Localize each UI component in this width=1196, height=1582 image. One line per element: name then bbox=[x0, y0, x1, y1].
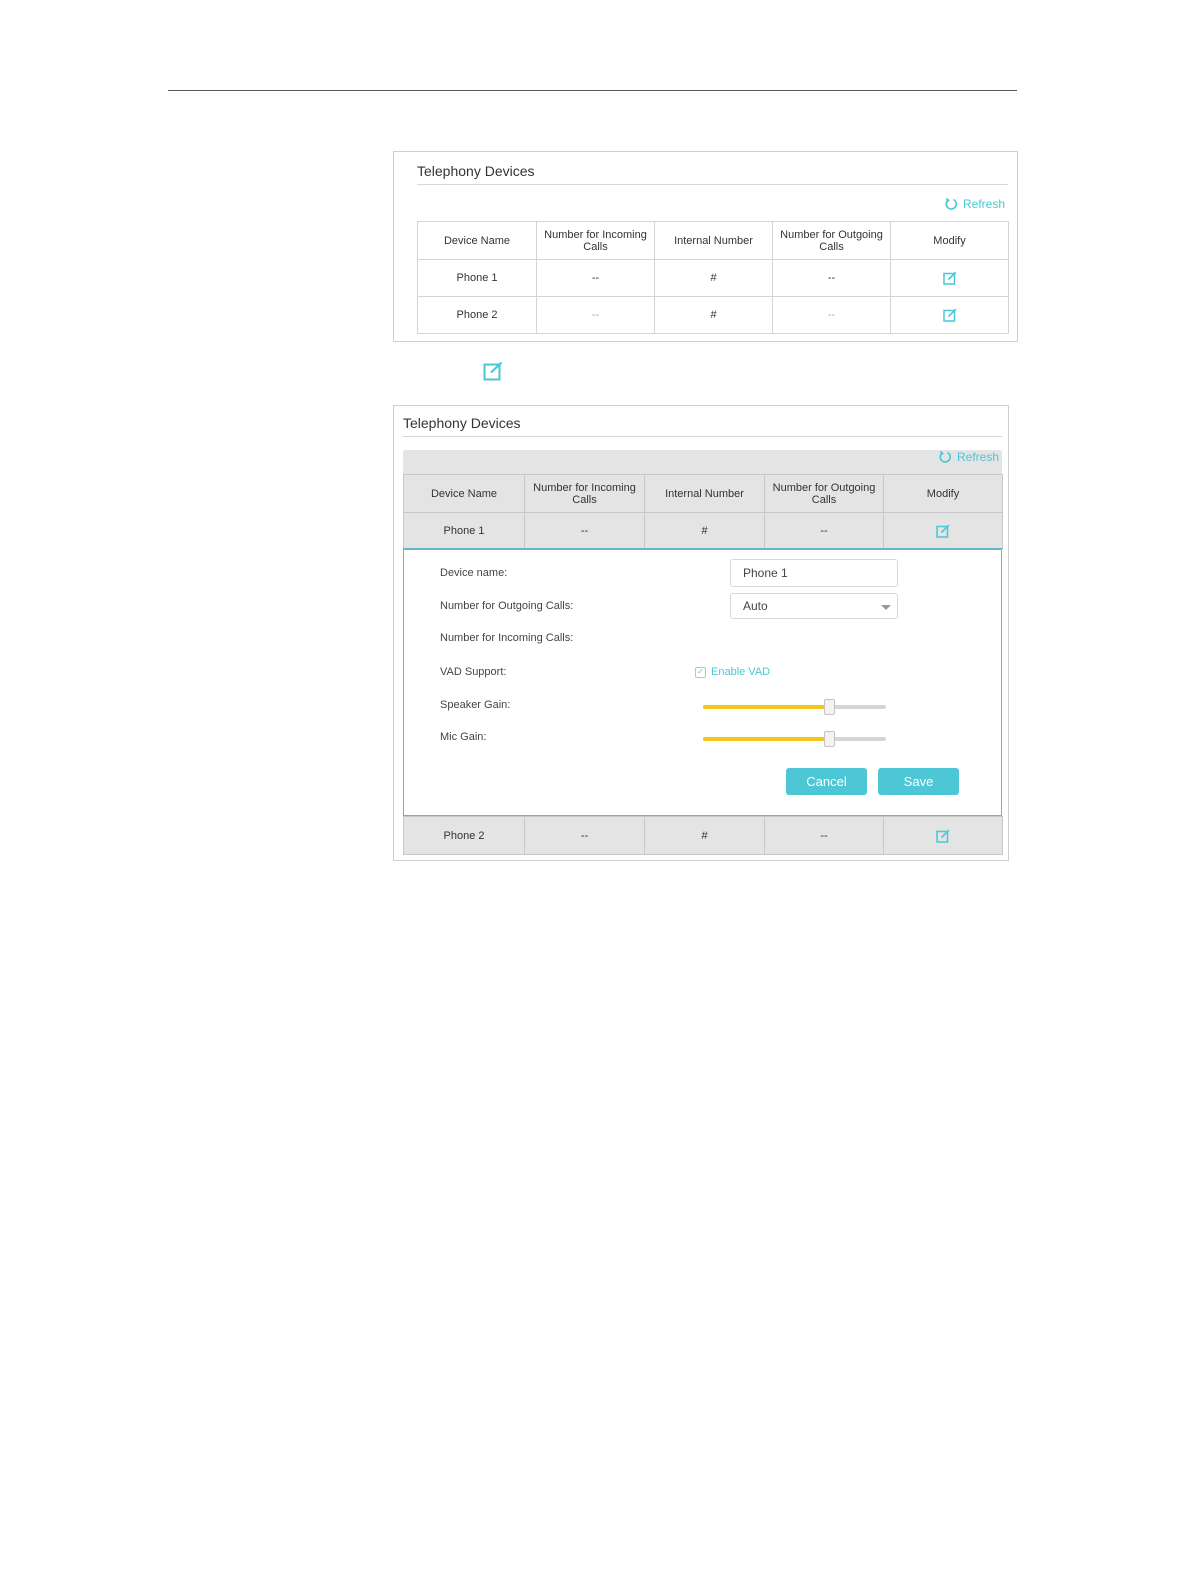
refresh-icon bbox=[939, 450, 952, 463]
outgoing-cell: -- bbox=[772, 296, 891, 334]
enable-vad-checkbox[interactable]: ✓ Enable VAD bbox=[695, 666, 770, 678]
modify-cell bbox=[883, 512, 1003, 549]
col-modify: Modify bbox=[890, 221, 1009, 260]
table-header-row: Device Name Number for Incoming Calls In… bbox=[403, 474, 1003, 513]
devices-table-2-continued: Phone 2 -- # -- bbox=[403, 816, 1003, 855]
panel-title-rule bbox=[417, 184, 1008, 185]
internal-cell: # bbox=[654, 296, 773, 334]
device-name-label: Device name: bbox=[440, 567, 508, 579]
devices-table-2: Device Name Number for Incoming Calls In… bbox=[403, 474, 1003, 549]
device-name-input[interactable]: Phone 1 bbox=[730, 559, 898, 587]
panel-title-rule bbox=[403, 436, 1002, 437]
edit-icon bbox=[483, 361, 503, 381]
panel-title: Telephony Devices bbox=[417, 163, 535, 179]
vad-support-label: VAD Support: bbox=[440, 666, 507, 678]
incoming-cell: -- bbox=[536, 259, 655, 297]
col-incoming: Number for Incoming Calls bbox=[536, 221, 655, 260]
slider-thumb[interactable] bbox=[824, 731, 836, 747]
table-header-row: Device Name Number for Incoming Calls In… bbox=[417, 221, 1009, 260]
table-row: Phone 2 -- # -- bbox=[417, 296, 1009, 334]
col-device-name: Device Name bbox=[403, 474, 525, 513]
edit-icon[interactable] bbox=[936, 829, 950, 843]
edit-icon[interactable] bbox=[942, 308, 957, 322]
device-name-cell: Phone 1 bbox=[417, 259, 537, 297]
modify-cell bbox=[890, 259, 1009, 297]
modify-cell bbox=[883, 816, 1003, 855]
internal-cell: # bbox=[654, 259, 773, 297]
device-name-cell: Phone 2 bbox=[417, 296, 537, 334]
device-name-cell: Phone 1 bbox=[403, 512, 525, 549]
outgoing-calls-value: Auto bbox=[743, 599, 768, 613]
modify-cell bbox=[890, 296, 1009, 334]
col-outgoing: Number for Outgoing Calls bbox=[764, 474, 884, 513]
refresh-label: Refresh bbox=[957, 450, 1000, 464]
devices-table-1: Device Name Number for Incoming Calls In… bbox=[417, 221, 1009, 334]
cancel-button[interactable]: Cancel bbox=[786, 768, 867, 795]
slider-thumb[interactable] bbox=[824, 699, 836, 715]
checkbox-check-icon: ✓ bbox=[695, 666, 706, 678]
refresh-button[interactable]: Refresh bbox=[938, 450, 999, 464]
internal-cell: # bbox=[644, 816, 765, 855]
refresh-button[interactable]: Refresh bbox=[944, 197, 1005, 211]
outgoing-cell: -- bbox=[764, 816, 884, 855]
col-device-name: Device Name bbox=[417, 221, 537, 260]
speaker-gain-slider[interactable] bbox=[703, 699, 886, 715]
col-outgoing: Number for Outgoing Calls bbox=[772, 221, 891, 260]
incoming-calls-label: Number for Incoming Calls: bbox=[440, 632, 574, 644]
edit-icon[interactable] bbox=[936, 524, 950, 538]
col-incoming: Number for Incoming Calls bbox=[524, 474, 645, 513]
outgoing-calls-select[interactable]: Auto bbox=[730, 593, 898, 619]
col-internal: Internal Number bbox=[654, 221, 773, 260]
outgoing-cell: -- bbox=[772, 259, 891, 297]
table-row: Phone 2 -- # -- bbox=[403, 816, 1003, 855]
device-name-cell: Phone 2 bbox=[403, 816, 525, 855]
outgoing-cell: -- bbox=[764, 512, 884, 549]
col-internal: Internal Number bbox=[644, 474, 765, 513]
page-header-rule bbox=[168, 90, 1017, 91]
refresh-icon bbox=[945, 197, 958, 210]
enable-vad-label: Enable VAD bbox=[711, 666, 771, 678]
refresh-label: Refresh bbox=[963, 197, 1006, 211]
save-button[interactable]: Save bbox=[878, 768, 959, 795]
speaker-gain-label: Speaker Gain: bbox=[440, 699, 511, 711]
table-row-selected: Phone 1 -- # -- bbox=[403, 512, 1003, 549]
incoming-cell: -- bbox=[524, 512, 645, 549]
incoming-cell: -- bbox=[536, 296, 655, 334]
mic-gain-slider[interactable] bbox=[703, 731, 886, 747]
slider-fill bbox=[703, 705, 830, 709]
chevron-down-icon bbox=[881, 605, 891, 610]
panel-title: Telephony Devices bbox=[403, 415, 521, 431]
incoming-cell: -- bbox=[524, 816, 645, 855]
table-row: Phone 1 -- # -- bbox=[417, 259, 1009, 297]
edit-icon[interactable] bbox=[942, 271, 957, 285]
col-modify: Modify bbox=[883, 474, 1003, 513]
internal-cell: # bbox=[644, 512, 765, 549]
outgoing-calls-label: Number for Outgoing Calls: bbox=[440, 600, 574, 612]
slider-fill bbox=[703, 737, 830, 741]
mic-gain-label: Mic Gain: bbox=[440, 731, 487, 743]
